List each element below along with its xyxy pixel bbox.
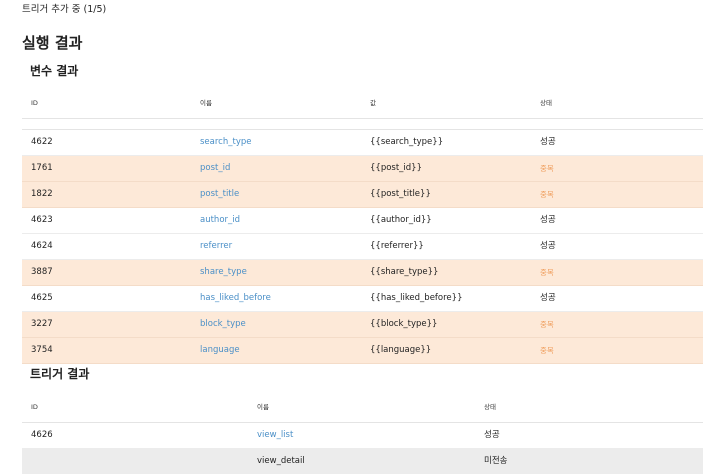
- column-header-status: 상태: [540, 99, 552, 107]
- trigger-row: 4626 view_list 성공: [22, 423, 703, 449]
- column-header-id: ID: [31, 99, 38, 107]
- trigger-id: 4626: [31, 430, 53, 440]
- variable-value: {{search_type}}: [370, 137, 444, 147]
- variable-id: 3754: [31, 345, 53, 355]
- variable-value: {{author_id}}: [370, 215, 432, 225]
- status-label: 중복: [540, 346, 554, 355]
- variable-id: 1761: [31, 163, 53, 173]
- column-header-id: ID: [31, 403, 38, 411]
- column-header-value: 값: [370, 99, 376, 107]
- variable-value: {{referrer}}: [370, 241, 424, 251]
- page: 트리거 추가 중 (1/5) 실행 결과 변수 결과 ID 이름 값 상태 46…: [0, 0, 720, 474]
- variable-value: {{post_title}}: [370, 189, 431, 199]
- variable-id: 4623: [31, 215, 53, 225]
- variable-id: 4622: [31, 137, 53, 147]
- variable-name-link[interactable]: has_liked_before: [200, 286, 271, 311]
- column-header-status: 상태: [484, 403, 496, 411]
- variable-value: {{post_id}}: [370, 163, 422, 173]
- variable-id: 3227: [31, 319, 53, 329]
- status-label: 성공: [540, 241, 556, 251]
- status-label: 중복: [540, 164, 554, 173]
- variable-value: {{share_type}}: [370, 267, 439, 277]
- variable-id: 4624: [31, 241, 53, 251]
- table-spacer: [22, 119, 703, 130]
- variable-row: 3754 language {{language}} 중복: [22, 338, 703, 364]
- status-label: 성공: [540, 137, 556, 147]
- variable-name-link[interactable]: share_type: [200, 260, 247, 285]
- status-label: 중복: [540, 190, 554, 199]
- variable-row: 4624 referrer {{referrer}} 성공: [22, 234, 703, 260]
- variables-table-header: ID 이름 값 상태: [22, 88, 703, 119]
- column-header-name: 이름: [257, 403, 269, 411]
- variable-value: {{has_liked_before}}: [370, 293, 463, 303]
- status-label: 미전송: [484, 456, 508, 466]
- trigger-name-link[interactable]: view_list: [257, 423, 293, 448]
- variable-value: {{block_type}}: [370, 319, 438, 329]
- variable-name-link[interactable]: author_id: [200, 208, 240, 233]
- variable-name-link[interactable]: post_title: [200, 182, 239, 207]
- variable-id: 1822: [31, 189, 53, 199]
- column-header-name: 이름: [200, 99, 212, 107]
- variable-name-link[interactable]: referrer: [200, 234, 232, 259]
- variable-id: 3887: [31, 267, 53, 277]
- variable-name-link[interactable]: post_id: [200, 156, 230, 181]
- status-label: 성공: [540, 293, 556, 303]
- trigger-name: view_detail: [257, 456, 305, 466]
- variable-name-link[interactable]: language: [200, 338, 240, 363]
- triggers-table: ID 이름 상태 4626 view_list 성공 view_detail 미전송: [22, 392, 703, 474]
- status-label: 중복: [540, 320, 554, 329]
- variables-section-title: 변수 결과: [30, 64, 79, 78]
- progress-status: 트리거 추가 중 (1/5): [22, 4, 107, 15]
- status-label: 성공: [540, 215, 556, 225]
- variable-row: 4623 author_id {{author_id}} 성공: [22, 208, 703, 234]
- variable-value: {{language}}: [370, 345, 432, 355]
- variables-table: ID 이름 값 상태 4622 search_type {{search_type}…: [22, 88, 703, 364]
- triggers-table-body: 4626 view_list 성공 view_detail 미전송: [22, 423, 703, 474]
- variable-row: 4622 search_type {{search_type}} 성공: [22, 130, 703, 156]
- variable-name-link[interactable]: block_type: [200, 312, 246, 337]
- triggers-table-header: ID 이름 상태: [22, 392, 703, 423]
- status-label: 성공: [484, 430, 500, 440]
- status-label: 중복: [540, 268, 554, 277]
- variables-table-body: 4622 search_type {{search_type}} 성공 1761 post…: [22, 130, 703, 364]
- triggers-section-title: 트리거 결과: [30, 367, 90, 381]
- variable-row: 3227 block_type {{block_type}} 중복: [22, 312, 703, 338]
- variable-row: 4625 has_liked_before {{has_liked_before}}…: [22, 286, 703, 312]
- trigger-row: view_detail 미전송: [22, 449, 703, 474]
- variable-row: 1761 post_id {{post_id}} 중복: [22, 156, 703, 182]
- variable-row: 3887 share_type {{share_type}} 중복: [22, 260, 703, 286]
- variable-id: 4625: [31, 293, 53, 303]
- variable-row: 1822 post_title {{post_title}} 중복: [22, 182, 703, 208]
- page-title: 실행 결과: [22, 34, 83, 52]
- variable-name-link[interactable]: search_type: [200, 130, 251, 155]
